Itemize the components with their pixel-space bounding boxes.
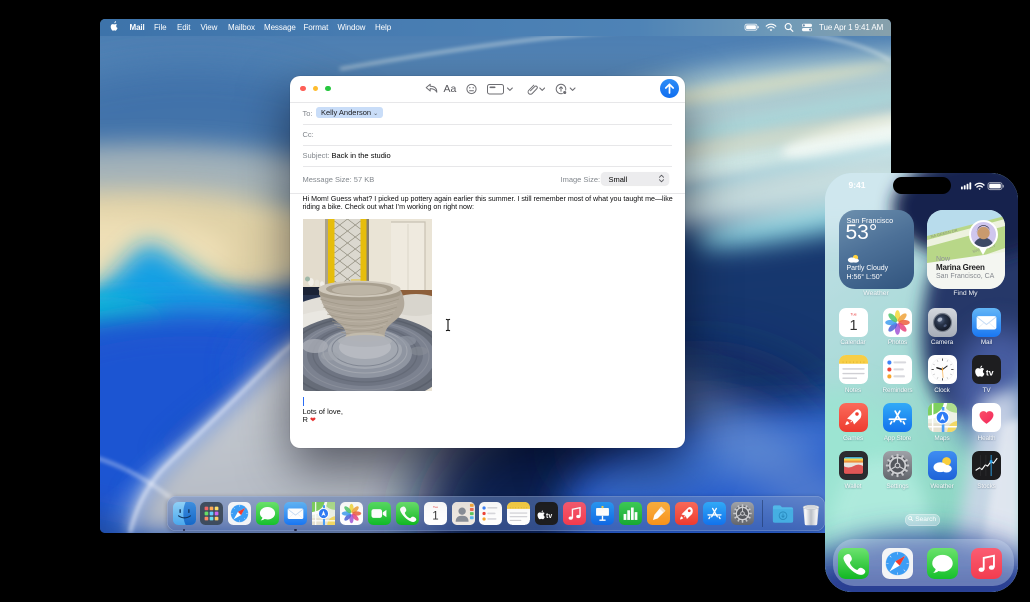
svg-text:tv: tv [546, 513, 552, 520]
svg-text:1: 1 [432, 510, 438, 522]
svg-text:Tue: Tue [433, 505, 438, 509]
svg-text:Tue: Tue [850, 312, 856, 316]
svg-text:1: 1 [849, 318, 857, 334]
svg-text:tv: tv [986, 367, 994, 377]
